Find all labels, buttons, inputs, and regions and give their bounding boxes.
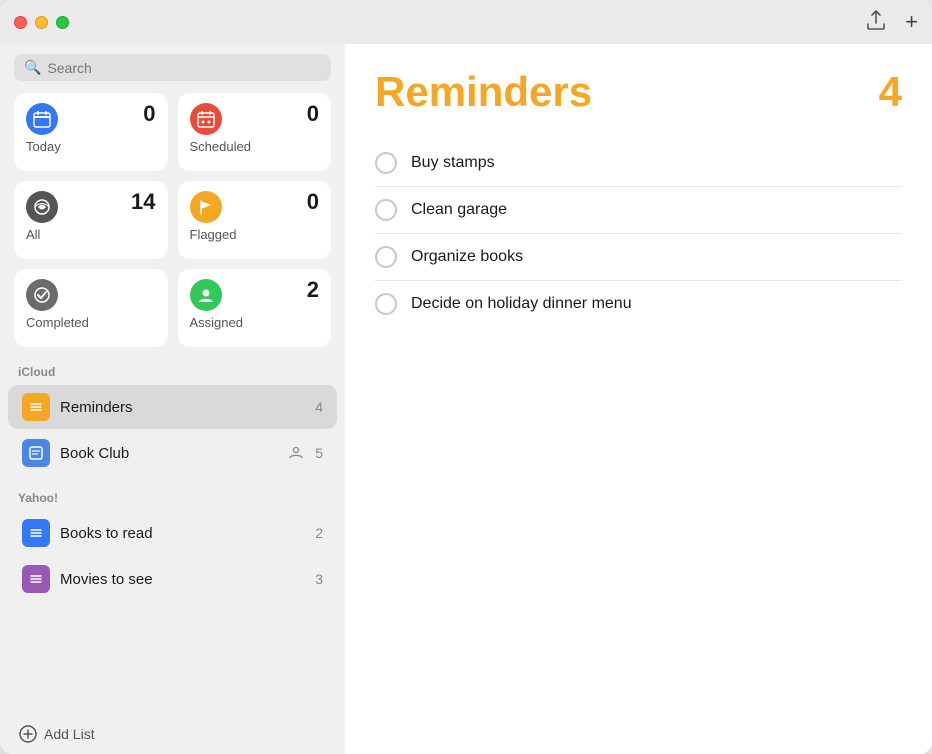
today-label: Today — [26, 139, 156, 154]
list-item-books-to-read[interactable]: Books to read 2 — [8, 511, 337, 555]
share-button[interactable] — [867, 10, 885, 35]
search-bar[interactable]: 🔍 — [14, 54, 331, 81]
books-to-read-name: Books to read — [60, 525, 305, 542]
movies-to-see-icon — [22, 565, 50, 593]
flagged-icon — [190, 191, 222, 223]
traffic-lights — [14, 16, 69, 29]
close-button[interactable] — [14, 16, 27, 29]
reminders-list-name: Reminders — [60, 399, 305, 416]
completed-label: Completed — [26, 315, 156, 330]
title-bar-actions: + — [867, 9, 918, 35]
reminders-list-icon — [22, 393, 50, 421]
maximize-button[interactable] — [56, 16, 69, 29]
list-item-movies-to-see[interactable]: Movies to see 3 — [8, 557, 337, 601]
smart-list-completed[interactable]: Completed — [14, 269, 168, 347]
all-count: 14 — [131, 191, 155, 213]
book-club-list-icon — [22, 439, 50, 467]
reminders-list-count: 4 — [315, 399, 323, 415]
all-icon — [26, 191, 58, 223]
title-bar: + — [0, 0, 932, 44]
add-list-label: Add List — [44, 726, 95, 742]
assigned-count: 2 — [307, 279, 319, 301]
add-button[interactable]: + — [905, 9, 918, 35]
reminder-item: Buy stamps — [375, 140, 902, 187]
assigned-label: Assigned — [190, 315, 320, 330]
shared-icon — [287, 443, 305, 464]
svg-text:31: 31 — [38, 121, 45, 127]
app-window: + 🔍 — [0, 0, 932, 754]
sidebar: 🔍 31 — [0, 44, 345, 754]
scheduled-icon — [190, 103, 222, 135]
assigned-icon — [190, 279, 222, 311]
main-header: Reminders 4 — [375, 68, 902, 116]
search-input[interactable] — [47, 60, 321, 76]
flagged-label: Flagged — [190, 227, 320, 242]
books-to-read-icon — [22, 519, 50, 547]
book-club-list-count: 5 — [315, 445, 323, 461]
yahoo-section-header: Yahoo! — [0, 487, 345, 511]
reminder-checkbox-4[interactable] — [375, 293, 397, 315]
book-club-list-name: Book Club — [60, 445, 277, 462]
search-icon: 🔍 — [24, 59, 41, 76]
reminder-item: Decide on holiday dinner menu — [375, 281, 902, 327]
movies-to-see-count: 3 — [315, 571, 323, 587]
smart-list-all[interactable]: 14 All — [14, 181, 168, 259]
smart-list-assigned[interactable]: 2 Assigned — [178, 269, 332, 347]
completed-icon — [26, 279, 58, 311]
reminder-text-3: Organize books — [411, 248, 523, 266]
smart-list-scheduled[interactable]: 0 Scheduled — [178, 93, 332, 171]
icloud-section-header: iCloud — [0, 361, 345, 385]
reminder-text-1: Buy stamps — [411, 154, 495, 172]
reminder-checkbox-1[interactable] — [375, 152, 397, 174]
reminder-text-4: Decide on holiday dinner menu — [411, 295, 632, 313]
reminder-checkbox-3[interactable] — [375, 246, 397, 268]
movies-to-see-name: Movies to see — [60, 571, 305, 588]
reminder-checkbox-2[interactable] — [375, 199, 397, 221]
smart-list-today[interactable]: 31 0 Today — [14, 93, 168, 171]
main-title: Reminders — [375, 68, 592, 116]
add-list-button[interactable]: Add List — [0, 714, 345, 754]
smart-list-flagged[interactable]: 0 Flagged — [178, 181, 332, 259]
reminder-item: Organize books — [375, 234, 902, 281]
content-area: 🔍 31 — [0, 44, 932, 754]
reminders-list: Buy stamps Clean garage Organize books D… — [375, 140, 902, 327]
reminder-item: Clean garage — [375, 187, 902, 234]
list-item-book-club[interactable]: Book Club 5 — [8, 431, 337, 475]
smart-lists-grid: 31 0 Today — [0, 93, 345, 361]
reminder-text-2: Clean garage — [411, 201, 507, 219]
flagged-count: 0 — [307, 191, 319, 213]
books-to-read-count: 2 — [315, 525, 323, 541]
all-label: All — [26, 227, 156, 242]
scheduled-count: 0 — [307, 103, 319, 125]
main-content: Reminders 4 Buy stamps Clean garage Orga… — [345, 44, 932, 754]
list-item-reminders[interactable]: Reminders 4 — [8, 385, 337, 429]
scheduled-label: Scheduled — [190, 139, 320, 154]
today-count: 0 — [143, 103, 155, 125]
main-count: 4 — [879, 68, 902, 116]
today-icon: 31 — [26, 103, 58, 135]
minimize-button[interactable] — [35, 16, 48, 29]
